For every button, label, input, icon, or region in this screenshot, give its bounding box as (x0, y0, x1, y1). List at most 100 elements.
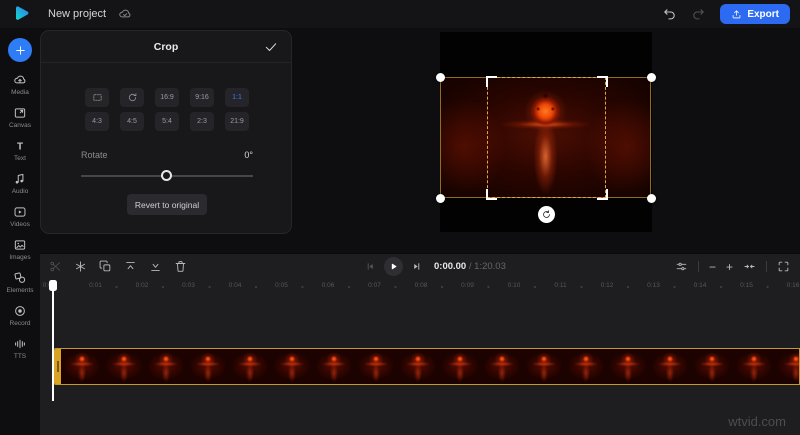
next-frame-icon[interactable] (411, 261, 422, 272)
rotate-label: Rotate (81, 150, 108, 160)
fit-timeline-icon[interactable] (743, 260, 756, 273)
track-options-icon[interactable] (675, 260, 688, 273)
topbar: New project Export (0, 0, 800, 28)
media-corner-handle-br[interactable] (647, 194, 656, 203)
rotate-crop-button[interactable] (120, 88, 144, 107)
export-button[interactable]: Export (720, 4, 790, 24)
rotate-value: 0° (244, 150, 253, 160)
crop-selection-box[interactable] (487, 77, 606, 198)
fullscreen-icon[interactable] (777, 260, 790, 273)
crop-panel-title: Crop (154, 41, 179, 53)
freeform-crop-icon (92, 92, 103, 103)
picture-icon (13, 238, 27, 252)
music-note-icon (13, 172, 27, 186)
playhead[interactable] (49, 280, 58, 401)
media-corner-handle-tr[interactable] (647, 73, 656, 82)
video-canvas[interactable] (440, 32, 652, 232)
rotate-slider[interactable] (81, 170, 253, 182)
ruler-label: 0:03 (182, 282, 195, 289)
sidebar-item-record[interactable]: Record (0, 299, 40, 332)
timeline-toolbar: 0:00.00 / 1:20.03 − + (40, 254, 800, 279)
timeline-ruler[interactable]: 0:00 0:01 0:02 0:03 0:04 0:05 0:06 0:07 … (40, 279, 800, 295)
aspect-button-4-5[interactable]: 4:5 (120, 112, 144, 131)
sidebar-item-canvas[interactable]: Canvas (0, 101, 40, 134)
send-backward-icon[interactable] (149, 260, 162, 273)
zoom-in-icon[interactable]: + (726, 261, 733, 273)
undo-icon[interactable] (662, 7, 677, 22)
previous-frame-icon[interactable] (365, 261, 376, 272)
aspect-button-9-16[interactable]: 9:16 (190, 88, 214, 107)
play-icon (389, 262, 398, 271)
add-media-button[interactable] (8, 38, 32, 62)
sidebar-item-label: Elements (6, 287, 33, 294)
play-button[interactable] (384, 257, 403, 276)
time-separator: / (469, 261, 472, 272)
sidebar-item-label: TTS (14, 353, 26, 360)
aspect-button-21-9[interactable]: 21:9 (225, 112, 249, 131)
ruler-label: 0:14 (694, 282, 707, 289)
sidebar-item-label: Media (11, 89, 29, 96)
revert-to-original-button[interactable]: Revert to original (127, 194, 207, 215)
aspect-row-1: 16:9 9:16 1:1 (41, 88, 293, 107)
redo-icon[interactable] (691, 7, 706, 22)
video-clip[interactable] (53, 348, 800, 385)
sidebar-item-label: Audio (12, 188, 29, 195)
sidebar-item-tts[interactable]: TTS (0, 332, 40, 365)
freeze-icon[interactable] (74, 260, 87, 273)
sidebar-item-elements[interactable]: Elements (0, 266, 40, 299)
rotate-slider-handle[interactable] (161, 170, 172, 181)
ruler-label: 0:02 (136, 282, 149, 289)
sidebar-item-audio[interactable]: Audio (0, 167, 40, 200)
crop-corner-handle-tl[interactable] (486, 76, 497, 87)
duplicate-icon[interactable] (99, 260, 112, 273)
text-icon: T (13, 139, 27, 153)
sidebar-item-label: Record (10, 320, 31, 327)
project-title[interactable]: New project (48, 8, 106, 20)
app-logo-icon[interactable] (11, 4, 31, 24)
record-icon (13, 304, 27, 318)
app-root: New project Export (0, 0, 800, 435)
aspect-button-5-4[interactable]: 5:4 (155, 112, 179, 131)
crop-corner-handle-bl[interactable] (486, 189, 497, 200)
sidebar-item-images[interactable]: Images (0, 233, 40, 266)
freeform-crop-button[interactable] (85, 88, 109, 107)
media-corner-handle-bl[interactable] (436, 194, 445, 203)
ruler-label: 0:10 (508, 282, 521, 289)
aspect-button-16-9[interactable]: 16:9 (155, 88, 179, 107)
aspect-button-2-3[interactable]: 2:3 (190, 112, 214, 131)
total-time: 1:20.03 (474, 261, 506, 272)
confirm-check-icon[interactable] (264, 40, 278, 54)
delete-icon[interactable] (174, 260, 187, 273)
ruler-label: 0:16 (787, 282, 800, 289)
canvas-resize-icon (13, 106, 27, 120)
ruler-label: 0:15 (740, 282, 753, 289)
aspect-button-1-1[interactable]: 1:1 (225, 88, 249, 107)
playhead-line (52, 282, 54, 401)
ruler-label: 0:12 (601, 282, 614, 289)
sidebar-item-text[interactable]: T Text (0, 134, 40, 167)
aspect-button-4-3[interactable]: 4:3 (85, 112, 109, 131)
ruler-label: 0:01 (89, 282, 102, 289)
sidebar-item-label: Images (9, 254, 30, 261)
crop-panel: Crop 16:9 9:16 1:1 4:3 4:5 5:4 2:3 21:9 … (40, 30, 292, 234)
sidebar-item-media[interactable]: Media (0, 68, 40, 101)
sidebar-item-videos[interactable]: Videos (0, 200, 40, 233)
media-corner-handle-tl[interactable] (436, 73, 445, 82)
split-icon[interactable] (49, 260, 62, 273)
crop-corner-handle-tr[interactable] (597, 76, 608, 87)
sidebar-item-label: Text (14, 155, 26, 162)
playback-controls: 0:00.00 / 1:20.03 (365, 254, 506, 279)
rotate-handle[interactable] (538, 206, 555, 223)
bring-forward-icon[interactable] (124, 260, 137, 273)
ruler-label: 0:13 (647, 282, 660, 289)
timecode: 0:00.00 / 1:20.03 (434, 261, 506, 272)
crop-corner-handle-br[interactable] (597, 189, 608, 200)
ruler-label: 0:08 (415, 282, 428, 289)
ruler-label: 0:09 (461, 282, 474, 289)
sidebar-item-label: Canvas (9, 122, 31, 129)
ruler-label: 0:11 (554, 282, 566, 289)
watermark: wtvid.com (728, 414, 786, 429)
zoom-out-icon[interactable]: − (709, 261, 716, 273)
video-play-icon (13, 205, 27, 219)
cloud-saved-icon (118, 7, 132, 21)
